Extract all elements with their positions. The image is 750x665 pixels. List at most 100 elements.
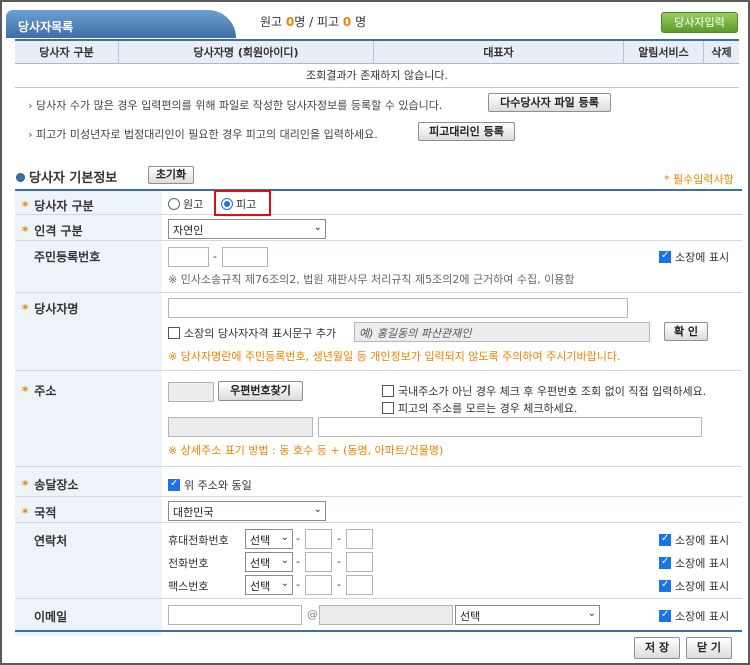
party-type-label-text: 당사자 구분 [34,199,94,213]
checkbox-checked-icon [168,478,180,491]
rrn-display-check[interactable]: 소장에 표시 [659,249,729,265]
tab-title: 당사자목록 [18,20,74,34]
divider [15,466,742,467]
mobile-prefix-select[interactable]: 선택 ⌄ [245,529,293,549]
foreign-address-label: 국내주소가 아닌 경우 체크 후 우편번호 조회 없이 직접 입력하세요. [398,385,707,398]
defendant-label: 명 / 피고 [294,15,340,29]
unknown-address-label: 피고의 주소를 모르는 경우 체크하세요. [398,402,578,415]
rrn-display-label: 소장에 표시 [675,251,730,264]
mobile-display-check[interactable]: 소장에 표시 [659,532,729,548]
arrow-icon: › [28,128,33,141]
dash: - [296,532,300,545]
section-title-text: 당사자 기본정보 [29,171,118,186]
party-window: 당사자목록 원고 0명 / 피고 0 명 당사자입력 당사자 구분 당사자명 (… [0,0,750,665]
radio-plaintiff[interactable]: 원고 [168,196,203,212]
phone-display-check[interactable]: 소장에 표시 [659,555,729,571]
phone-last-input[interactable] [346,552,373,572]
confirm-button[interactable]: 확 인 [664,322,708,341]
person-type-label: * 인격 구분 [22,224,83,238]
save-button[interactable]: 저 장 [634,637,680,659]
email-domain-input[interactable] [319,605,453,625]
chevron-down-icon: ⌄ [280,555,289,566]
required-note: * 필수입력사항 [664,173,734,186]
nationality-label: * 국적 [22,506,57,520]
same-address-check[interactable]: 위 주소와 동일 [168,477,252,493]
column-party-type: 당사자 구분 [15,41,119,64]
rrn-front-input[interactable] [168,247,209,267]
mobile-last-input[interactable] [346,529,373,549]
email-domain-select[interactable]: 선택 ⌄ [455,605,600,625]
phone-label: 전화번호 [168,557,209,570]
column-party-name: 당사자명 (회원아이디) [119,41,374,64]
fax-prefix-select[interactable]: 선택 ⌄ [245,575,293,595]
delivery-label: * 송달장소 [22,478,79,492]
defendant-count: 0 [342,15,352,29]
reset-button[interactable]: 초기화 [148,166,194,184]
mobile-display-label: 소장에 표시 [675,534,730,547]
alias-check[interactable]: 소장의 당사자자격 표시문구 추가 [168,325,336,341]
section-title: 당사자 기본정보 [16,167,117,186]
party-name-label: * 당사자명 [22,302,79,316]
fax-mid-input[interactable] [305,575,332,595]
count-suffix: 명 [355,15,367,29]
divider [15,496,742,497]
unknown-address-check[interactable]: 피고의 주소를 모르는 경우 체크하세요. [382,400,577,416]
phone-display-label: 소장에 표시 [675,557,730,570]
nationality-label-text: 국적 [34,506,57,520]
chevron-down-icon: ⌄ [313,222,322,233]
alias-label: 소장의 당사자자격 표시문구 추가 [184,327,337,340]
defendant-agent-register-button[interactable]: 피고대리인 등록 [418,122,515,141]
checkbox-icon [168,327,180,339]
email-display-check[interactable]: 소장에 표시 [659,608,729,624]
address-detail-input[interactable] [318,417,702,437]
chevron-down-icon: ⌄ [587,608,596,619]
minor-note-text: 피고가 미성년자로 법정대리인이 필요한 경우 피고의 대리인을 입력하세요. [36,128,378,141]
nationality-select[interactable]: 대한민국 ⌄ [168,501,326,521]
phone-prefix-select[interactable]: 선택 ⌄ [245,552,293,572]
minor-note: › 피고가 미성년자로 법정대리인이 필요한 경우 피고의 대리인을 입력하세요… [28,126,378,142]
bulk-file-register-button[interactable]: 다수당사자 파일 등록 [488,93,611,112]
radio-selected-icon [221,198,233,210]
divider [15,598,742,599]
list-empty-message: 조회결과가 존재하지 않습니다. [15,64,739,88]
party-input-button[interactable]: 당사자입력 [661,12,738,33]
arrow-icon: › [28,99,33,112]
zip-search-button[interactable]: 우편번호찾기 [218,381,303,401]
divider [15,522,742,523]
close-button[interactable]: 닫 기 [686,637,732,659]
address-main-input[interactable] [168,417,313,437]
chevron-down-icon: ⌄ [280,532,289,543]
fax-display-label: 소장에 표시 [675,580,730,593]
chevron-down-icon: ⌄ [280,578,289,589]
checkbox-checked-icon [659,609,671,622]
mobile-mid-input[interactable] [305,529,332,549]
nationality-value: 대한민국 [173,506,214,519]
fax-display-check[interactable]: 소장에 표시 [659,578,729,594]
rrn-back-input[interactable] [222,247,268,267]
alias-input[interactable]: 예) 홍길동의 파산관재인 [354,322,650,342]
bulk-note: › 당사자 수가 많은 경우 입력편의를 위해 파일로 작성한 당사자정보를 등… [28,97,442,113]
rrn-dash: - [213,250,217,263]
same-address-label: 위 주소와 동일 [184,479,252,492]
dash: - [296,555,300,568]
email-id-input[interactable] [168,605,302,625]
dash: - [337,532,341,545]
checkbox-checked-icon [659,579,671,592]
foreign-address-check[interactable]: 국내주소가 아닌 경우 체크 후 우편번호 조회 없이 직접 입력하세요. [382,383,706,399]
fax-last-input[interactable] [346,575,373,595]
radio-defendant[interactable]: 피고 [221,196,256,212]
email-label: 이메일 [34,610,68,624]
address-label-text: 주소 [34,384,57,398]
email-at: @ [307,608,318,621]
rrn-label: 주민등록번호 [34,250,101,264]
phone-mid-input[interactable] [305,552,332,572]
party-list-header: 당사자 구분 당사자명 (회원아이디) 대표자 알림서비스 삭제 [15,39,739,64]
party-name-label-text: 당사자명 [34,302,79,316]
person-type-select[interactable]: 자연인 ⌄ [168,219,326,239]
party-list-tab[interactable]: 당사자목록 [6,10,236,38]
zip-input[interactable] [168,382,214,402]
contact-label: 연락처 [34,534,68,548]
checkbox-icon [382,385,394,397]
party-name-input[interactable] [168,298,628,318]
delivery-label-text: 송달장소 [34,478,79,492]
